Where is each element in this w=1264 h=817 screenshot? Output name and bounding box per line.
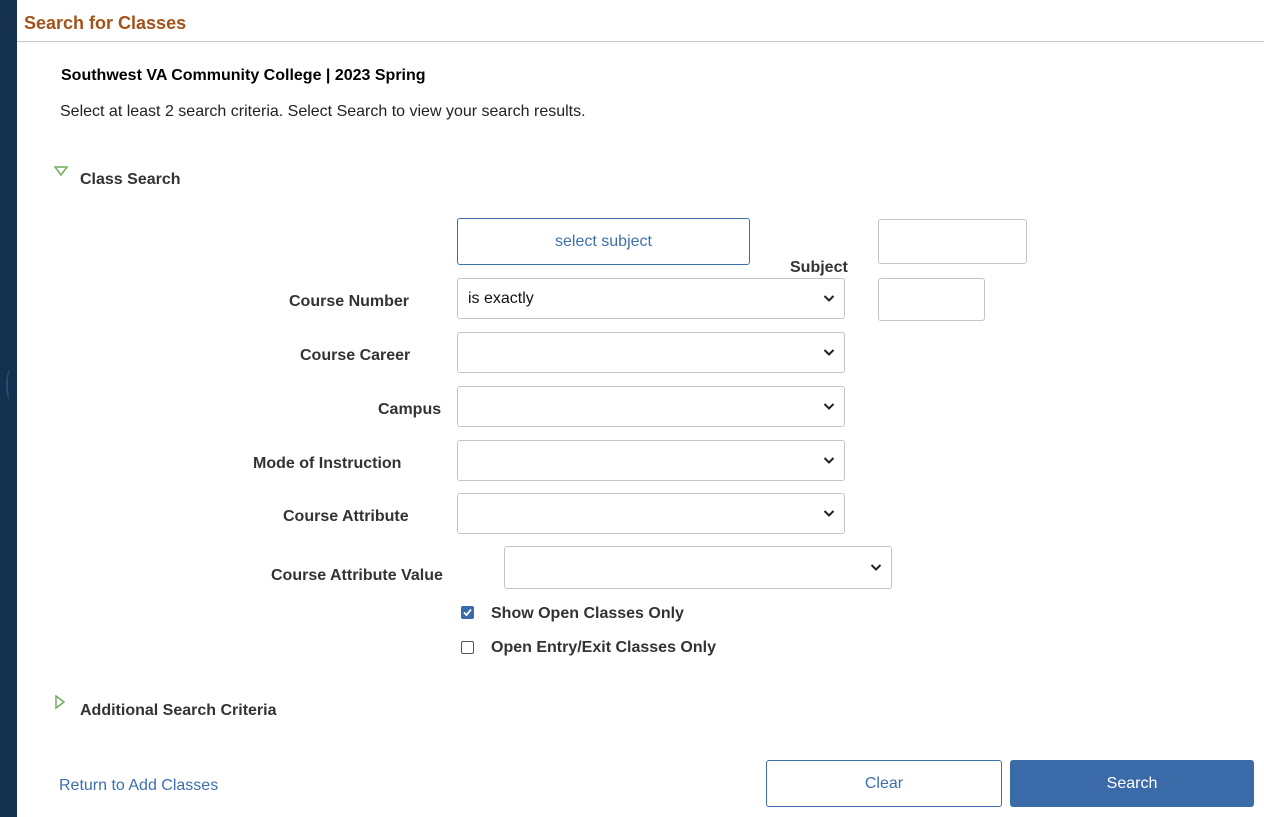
chevron-down-icon [823,403,835,410]
chevron-down-icon [823,295,835,302]
course-attribute-label: Course Attribute [283,508,409,525]
subject-input[interactable] [878,219,1027,264]
institution-term: Southwest VA Community College | 2023 Sp… [61,67,426,84]
course-career-label: Course Career [300,347,411,364]
expanded-arrow-icon [54,166,68,176]
chevron-down-icon [823,457,835,464]
page-title: Search for Classes [24,13,187,33]
show-open-classes-label: Show Open Classes Only [491,605,684,622]
select-subject-button[interactable]: select subject [457,218,750,265]
chevron-down-icon [870,564,882,571]
course-attribute-value-select[interactable] [504,546,892,589]
additional-search-criteria-label: Additional Search Criteria [80,702,277,719]
checkmark-icon [463,608,472,617]
mode-of-instruction-label: Mode of Instruction [253,455,402,472]
mode-of-instruction-select[interactable] [457,440,845,481]
course-number-input[interactable] [878,278,985,321]
course-number-operator-select[interactable]: is exactly [457,278,845,319]
course-attribute-value-label: Course Attribute Value [271,567,443,584]
return-to-add-classes-link[interactable]: Return to Add Classes [59,777,218,795]
subject-label: Subject [790,259,848,276]
page-edge-marker [6,370,14,400]
search-button[interactable]: Search [1010,760,1254,807]
open-entry-exit-label: Open Entry/Exit Classes Only [491,639,716,656]
show-open-classes-checkbox[interactable] [461,606,474,619]
course-career-select[interactable] [457,332,845,373]
chevron-down-icon [823,510,835,517]
show-open-classes-row[interactable]: Show Open Classes Only [461,603,741,625]
campus-select[interactable] [457,386,845,427]
collapsed-arrow-icon [55,695,65,709]
instructions-text: Select at least 2 search criteria. Selec… [60,103,586,120]
course-number-label: Course Number [289,293,410,310]
class-search-label: Class Search [80,171,181,188]
campus-label: Campus [378,401,442,418]
course-attribute-select[interactable] [457,493,845,534]
open-entry-exit-row[interactable]: Open Entry/Exit Classes Only [461,637,791,659]
page-header: Search for Classes [17,0,1264,42]
clear-button[interactable]: Clear [766,760,1002,807]
open-entry-exit-checkbox[interactable] [461,641,474,654]
select-subject-label: select subject [555,233,652,250]
chevron-down-icon [823,349,835,356]
class-search-toggle[interactable]: Class Search [54,163,234,193]
course-number-operator-value: is exactly [468,290,534,307]
clear-label: Clear [864,775,904,792]
search-label: Search [1106,775,1158,792]
search-panel: Search for Classes Southwest VA Communit… [17,0,1264,817]
additional-search-criteria-toggle[interactable]: Additional Search Criteria [54,693,354,723]
